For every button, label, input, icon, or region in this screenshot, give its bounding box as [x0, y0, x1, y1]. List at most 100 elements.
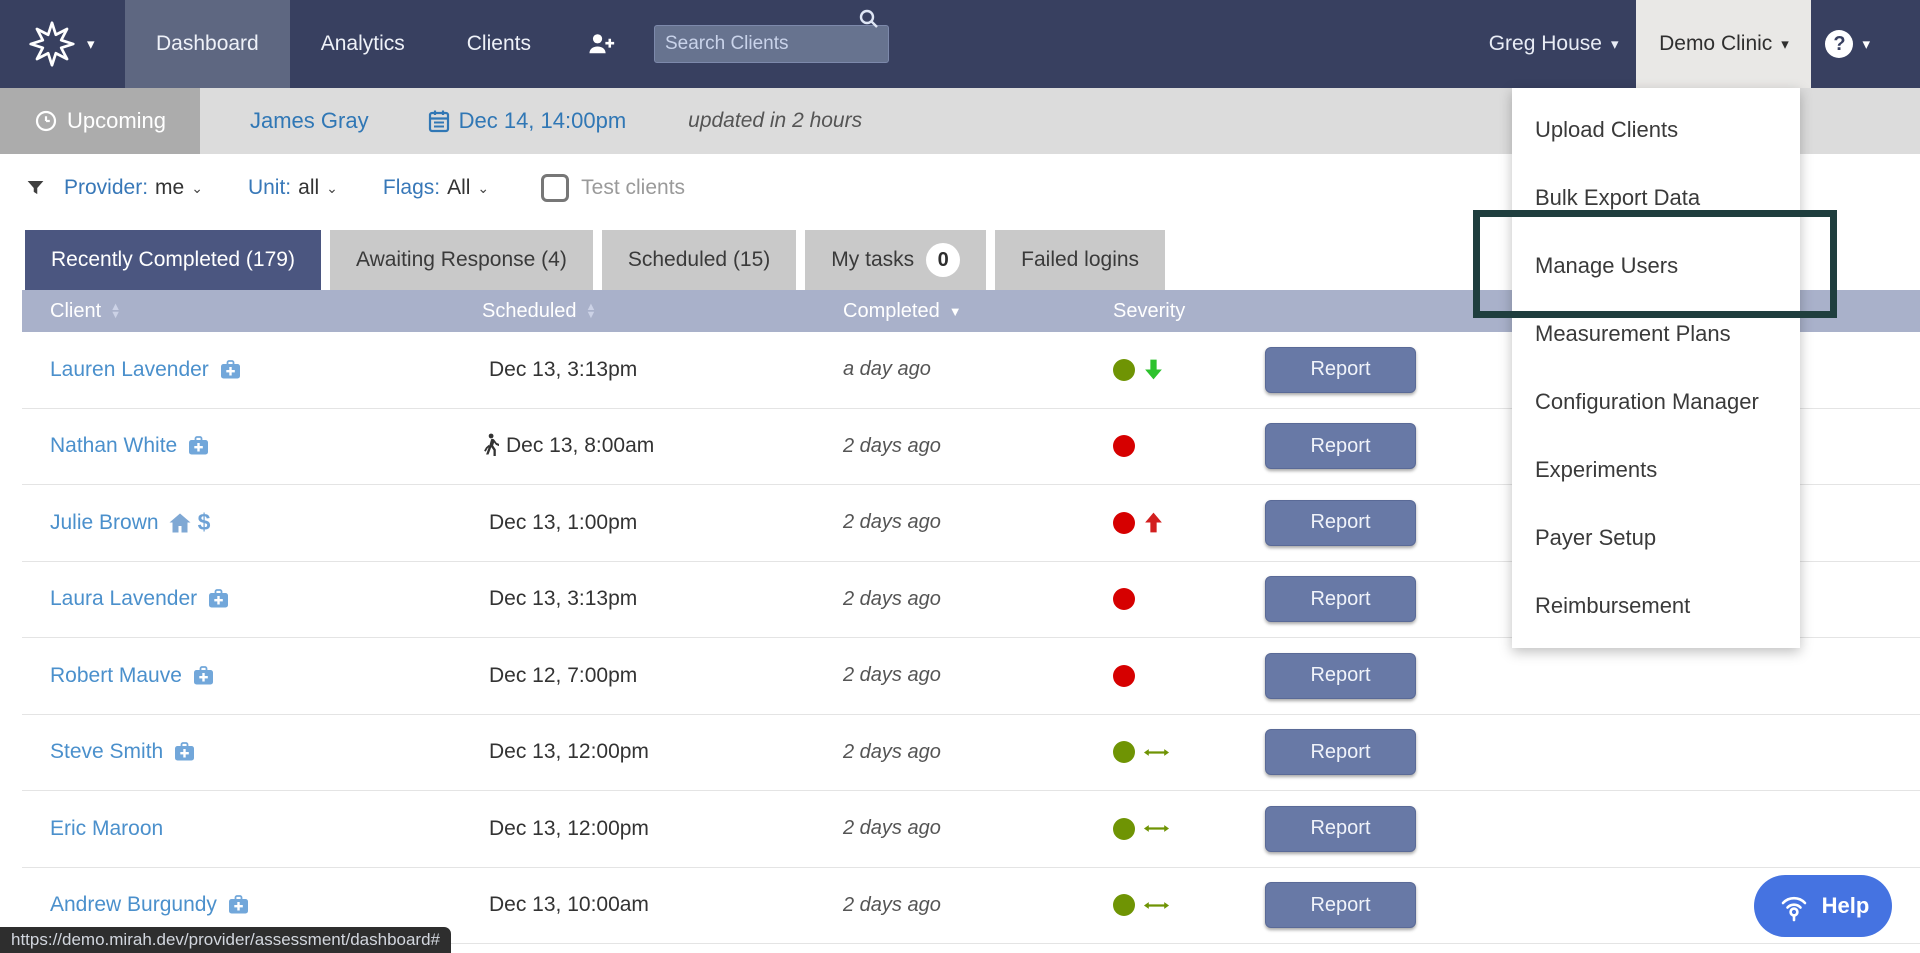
nav-item-clients[interactable]: Clients: [436, 0, 562, 88]
upcoming-label: Upcoming: [67, 108, 166, 134]
completed-cell: 2 days ago: [823, 894, 1093, 917]
severity-cell: [1093, 818, 1265, 840]
sort-icon[interactable]: ▲▼: [110, 303, 121, 319]
clinic-dropdown-item[interactable]: Configuration Manager: [1512, 368, 1800, 436]
test-clients-checkbox[interactable]: [541, 174, 569, 202]
clinic-dropdown-item[interactable]: Payer Setup: [1512, 504, 1800, 572]
dashboard-tabs: Recently Completed (179) Awaiting Respon…: [25, 222, 1165, 290]
flags-filter[interactable]: Flags: All ⌄: [383, 176, 489, 200]
medical-kit-icon: [191, 664, 216, 688]
tab[interactable]: Awaiting Response (4): [330, 230, 593, 290]
top-navbar: ▾ Dashboard Analytics Clients Greg House…: [0, 0, 1920, 88]
upcoming-datetime[interactable]: Dec 14, 14:00pm: [427, 108, 627, 134]
upcoming-toggle[interactable]: Upcoming: [0, 88, 200, 154]
completed-cell: 2 days ago: [823, 511, 1093, 534]
trend-up-icon: [1143, 511, 1164, 534]
client-link[interactable]: Lauren Lavender: [50, 358, 209, 382]
report-button[interactable]: Report: [1265, 729, 1416, 775]
client-link[interactable]: Steve Smith: [50, 740, 163, 764]
scheduled-text: Dec 13, 12:00pm: [489, 817, 649, 841]
clinic-dropdown-item[interactable]: Upload Clients: [1512, 96, 1800, 164]
client-icons: [226, 893, 251, 917]
severity-dot: [1113, 665, 1135, 687]
person-add-icon: [586, 31, 616, 57]
clinic-dropdown-item[interactable]: Bulk Export Data: [1512, 164, 1800, 232]
completed-cell: a day ago: [823, 358, 1093, 381]
tab-badge: 0: [926, 243, 960, 277]
test-clients-toggle[interactable]: Test clients: [541, 174, 685, 202]
provider-filter-label: Provider:: [64, 176, 148, 200]
clinic-menu-label: Demo Clinic: [1659, 32, 1772, 56]
sort-desc-icon[interactable]: ▼: [949, 304, 962, 319]
client-link[interactable]: Laura Lavender: [50, 587, 197, 611]
clinic-dropdown-item[interactable]: Experiments: [1512, 436, 1800, 504]
severity-dot: [1113, 512, 1135, 534]
nav-items: Dashboard Analytics Clients: [125, 0, 562, 88]
report-button[interactable]: Report: [1265, 653, 1416, 699]
severity-cell: [1093, 665, 1265, 687]
question-circle-icon: ?: [1825, 30, 1853, 58]
report-button[interactable]: Report: [1265, 500, 1416, 546]
chevron-down-icon: ▾: [1781, 35, 1789, 53]
col-header-client: Client: [50, 300, 101, 323]
unit-filter-label: Unit:: [248, 176, 291, 200]
scheduled-text: Dec 13, 3:13pm: [489, 358, 637, 382]
scheduled-cell: Dec 13, 10:00am: [460, 893, 823, 917]
unit-filter[interactable]: Unit: all ⌄: [248, 176, 338, 200]
search-clients-box: [654, 0, 889, 88]
chevron-down-icon: ⌄: [477, 180, 489, 197]
report-button[interactable]: Report: [1265, 882, 1416, 928]
clinic-menu[interactable]: Demo Clinic ▾: [1636, 0, 1811, 88]
tab[interactable]: Scheduled (15): [602, 230, 796, 290]
severity-dot: [1113, 741, 1135, 763]
tab[interactable]: Recently Completed (179): [25, 230, 321, 290]
tab[interactable]: Failed logins: [995, 230, 1165, 290]
sort-icon[interactable]: ▲▼: [586, 303, 597, 319]
nav-item-analytics[interactable]: Analytics: [290, 0, 436, 88]
clinic-dropdown-item[interactable]: Reimbursement: [1512, 572, 1800, 640]
clinic-dropdown-item[interactable]: Manage Users: [1512, 232, 1800, 300]
brand-menu[interactable]: ▾: [0, 0, 125, 88]
brand-star-icon: [27, 19, 77, 69]
completed-cell: 2 days ago: [823, 435, 1093, 458]
trend-down-icon: [1143, 358, 1164, 381]
client-link[interactable]: Julie Brown: [50, 511, 159, 535]
report-button[interactable]: Report: [1265, 347, 1416, 393]
walking-person-icon: [482, 433, 499, 459]
nav-item-dashboard[interactable]: Dashboard: [125, 0, 290, 88]
medical-kit-icon: [218, 358, 243, 382]
completed-cell: 2 days ago: [823, 741, 1093, 764]
scheduled-text: Dec 13, 3:13pm: [489, 587, 637, 611]
user-menu[interactable]: Greg House ▾: [1489, 0, 1619, 88]
test-clients-label: Test clients: [581, 176, 685, 200]
client-link[interactable]: Robert Mauve: [50, 664, 182, 688]
search-clients-input[interactable]: [654, 25, 889, 63]
client-link[interactable]: Andrew Burgundy: [50, 893, 217, 917]
help-menu[interactable]: ? ▾: [1811, 0, 1920, 88]
dollar-icon: $: [198, 509, 211, 536]
client-link[interactable]: Eric Maroon: [50, 817, 163, 841]
medical-kit-icon: [206, 587, 231, 611]
scheduled-text: Dec 13, 1:00pm: [489, 511, 637, 535]
scheduled-cell: Dec 13, 8:00am: [460, 433, 823, 459]
help-button[interactable]: Help: [1754, 875, 1892, 937]
upcoming-client-link[interactable]: James Gray: [250, 108, 369, 134]
severity-cell: [1093, 894, 1265, 916]
report-button[interactable]: Report: [1265, 423, 1416, 469]
table-row: Robert Mauve Dec 12, 7:00pm 2 days ago R…: [22, 638, 1920, 715]
clinic-dropdown-item[interactable]: Measurement Plans: [1512, 300, 1800, 368]
medical-kit-icon: [226, 893, 251, 917]
provider-filter[interactable]: Provider: me ⌄: [64, 176, 203, 200]
add-client-button[interactable]: [562, 0, 640, 88]
severity-cell: [1093, 588, 1265, 610]
tab[interactable]: My tasks0: [805, 230, 986, 290]
client-link[interactable]: Nathan White: [50, 434, 177, 458]
col-header-scheduled: Scheduled: [482, 300, 577, 323]
home-icon: [168, 512, 192, 534]
search-icon[interactable]: [858, 8, 880, 30]
report-button[interactable]: Report: [1265, 576, 1416, 622]
medical-kit-icon: [172, 740, 197, 764]
help-button-label: Help: [1822, 893, 1870, 919]
report-button[interactable]: Report: [1265, 806, 1416, 852]
col-header-severity: Severity: [1113, 300, 1185, 323]
